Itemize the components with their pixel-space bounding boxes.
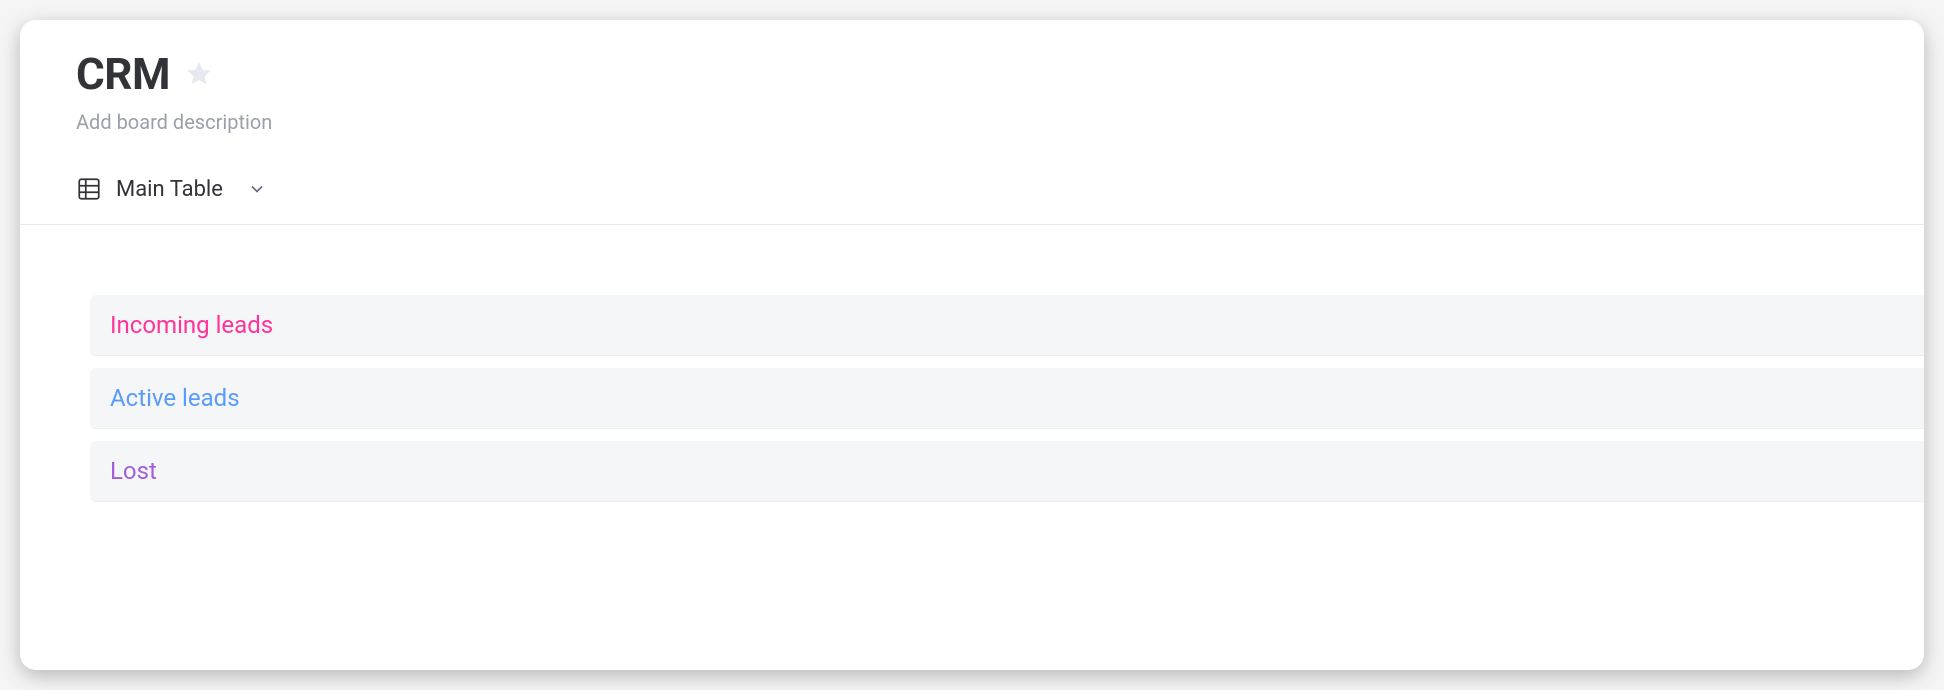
group-label: Incoming leads [110,311,273,339]
group-lost[interactable]: Lost [90,441,1924,502]
groups-area: Incoming leads Active leads Lost [20,225,1924,502]
board-header: CRM Add board description [20,48,1924,158]
group-incoming-leads[interactable]: Incoming leads [90,295,1924,356]
board-description-input[interactable]: Add board description [76,110,1868,134]
view-selector[interactable]: Main Table [20,158,1924,225]
board-container: CRM Add board description Main Table Inc… [20,20,1924,670]
group-active-leads[interactable]: Active leads [90,368,1924,429]
group-label: Lost [110,457,157,485]
group-label: Active leads [110,384,240,412]
star-icon[interactable] [184,59,214,89]
table-icon [76,176,102,202]
board-title[interactable]: CRM [76,48,170,100]
view-label: Main Table [116,177,223,202]
chevron-down-icon[interactable] [247,179,267,199]
title-row: CRM [76,48,1868,100]
